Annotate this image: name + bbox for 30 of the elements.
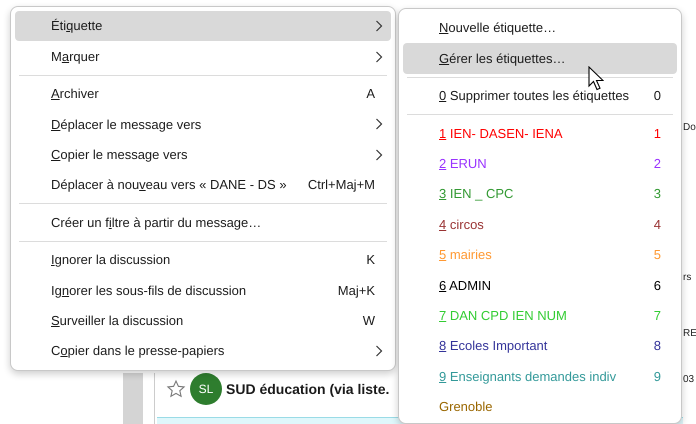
text-fragment: RE bbox=[683, 328, 696, 340]
menu-item[interactable]: 8 Ecoles Important 8 bbox=[403, 330, 677, 362]
menu-item[interactable]: Surveiller la discussion W bbox=[15, 306, 391, 336]
menu-item[interactable]: Ignorer les sous-fils de discussion Maj+K bbox=[15, 275, 391, 306]
menu-item[interactable]: Copier le message vers bbox=[15, 140, 391, 170]
menu-item[interactable]: Grenoble bbox=[403, 392, 677, 422]
text-fragment: rs bbox=[683, 272, 692, 284]
menu-item[interactable]: Étiquette bbox=[15, 11, 391, 42]
menu-item[interactable]: 4 circos 4 bbox=[403, 209, 677, 240]
menu-item[interactable]: Ignorer la discussion K bbox=[15, 244, 391, 276]
sender-name: SUD éducation (via liste. bbox=[226, 380, 390, 399]
mouse-pointer-icon bbox=[588, 66, 604, 92]
menu-item[interactable]: Marquer bbox=[15, 41, 391, 72]
menu-item[interactable]: 6 ADMIN 6 bbox=[403, 270, 677, 301]
menu-item[interactable]: Créer un filtre à partir du message… bbox=[15, 207, 391, 238]
menu-item[interactable]: Déplacer à nouveau vers « DANE - DS » Ctrl+Maj+M bbox=[15, 170, 391, 200]
menu-item[interactable]: Déplacer le message vers bbox=[15, 109, 391, 140]
menu-item[interactable]: 3 IEN _ CPC 3 bbox=[403, 178, 677, 210]
menu-item[interactable]: Copier dans le presse-papiers bbox=[15, 336, 391, 366]
scrollbar bbox=[123, 373, 143, 424]
star-icon[interactable] bbox=[166, 379, 186, 399]
menu-item[interactable]: Gérer les étiquettes… bbox=[403, 43, 677, 74]
avatar: SL bbox=[190, 373, 222, 405]
text-fragment: Do bbox=[683, 122, 696, 134]
menu-item[interactable]: 0 Supprimer toutes les étiquettes 0 bbox=[403, 80, 677, 112]
menu-item[interactable]: 1 IEN- DASEN- IENA 1 bbox=[403, 118, 677, 149]
menu-item[interactable]: Nouvelle étiquette… bbox=[403, 13, 677, 44]
text-fragment: 03 bbox=[683, 374, 694, 386]
menu-item[interactable]: 2 ERUN 2 bbox=[403, 148, 677, 179]
menu-item[interactable]: Archiver A bbox=[15, 78, 391, 110]
